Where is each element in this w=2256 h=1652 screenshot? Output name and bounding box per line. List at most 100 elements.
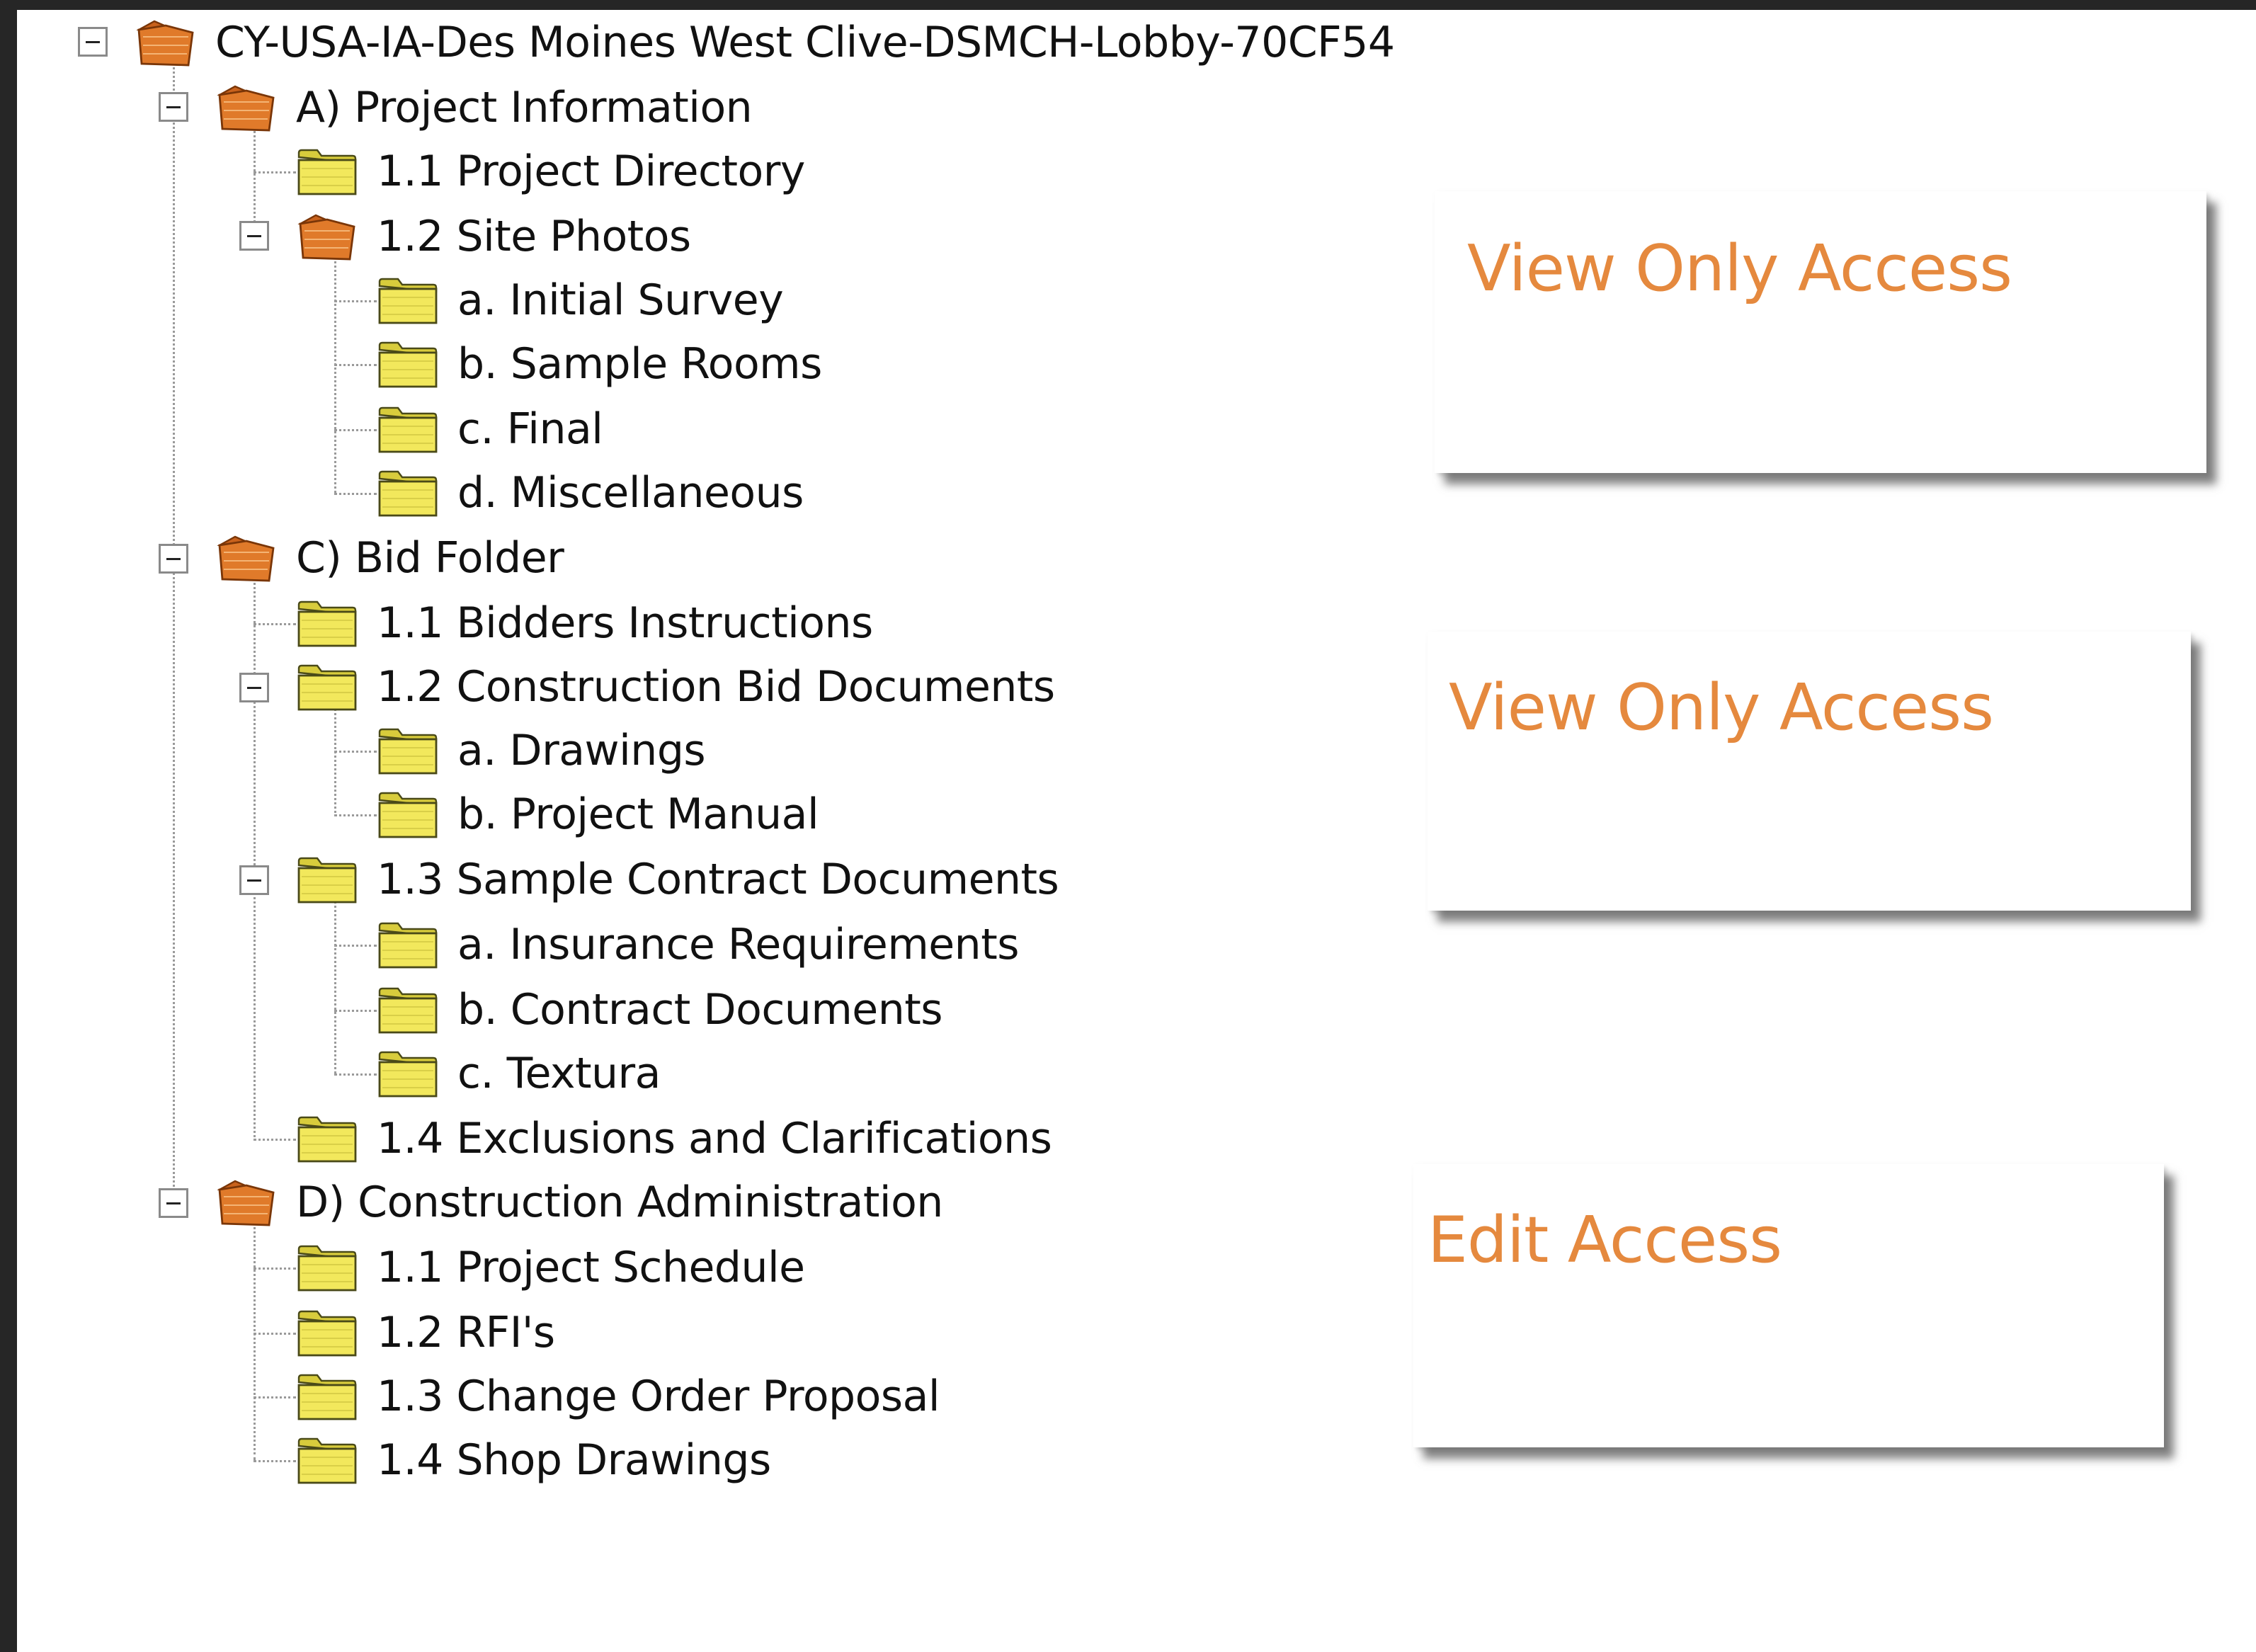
folder-icon [297,1374,357,1420]
open-folder-icon [217,535,275,582]
tree-connector [334,364,377,366]
tree-connector [334,493,377,495]
tree-node-construction-bid-documents[interactable]: 1.2 Construction Bid Documents [296,659,1055,715]
folder-icon [297,1116,357,1163]
folder-icon [297,664,357,711]
folder-icon [297,1245,357,1292]
tree-node-label: 1.2 Site Photos [377,212,691,261]
folder-icon [378,278,438,324]
tree-node-label: c. Textura [457,1049,661,1098]
tree-connector [334,429,377,431]
tree-node-contract-documents[interactable]: b. Contract Documents [377,981,943,1038]
tree-connector [173,58,175,1205]
tree-node-final[interactable]: c. Final [377,401,603,457]
collapse-toggle-site-photos[interactable] [239,221,269,251]
tree-node-project-directory[interactable]: 1.1 Project Directory [296,143,805,200]
tree-node-rfis[interactable]: 1.2 RFI's [296,1304,555,1361]
tree-connector [253,574,256,1137]
folder-icon [378,470,438,517]
tree-node-label: b. Project Manual [457,790,819,839]
tree-node-label: A) Project Information [296,83,753,132]
tree-node-label: b. Contract Documents [457,985,943,1035]
tree-connector [334,1073,377,1076]
folder-icon [378,728,438,775]
tree-node-shop-drawings[interactable]: 1.4 Shop Drawings [296,1432,771,1488]
tree-node-exclusions-and-clarifications[interactable]: 1.4 Exclusions and Clarifications [296,1110,1052,1167]
tree-node-label: 1.1 Project Directory [377,147,805,196]
folder-icon [378,922,438,969]
tree-node-label: 1.3 Change Order Proposal [377,1372,940,1421]
folder-icon [297,1437,357,1484]
tree-node-sample-rooms[interactable]: b. Sample Rooms [377,336,822,392]
tree-connector [334,945,377,947]
tree-connector [334,252,336,493]
tree-node-project-information[interactable]: A) Project Information [215,79,753,136]
tree-node-label: a. Drawings [457,726,706,775]
tree-node-label: b. Sample Rooms [457,339,822,389]
tree-node-label: D) Construction Administration [296,1178,943,1227]
folder-icon [378,792,438,838]
tree-node-label: 1.4 Exclusions and Clarifications [377,1114,1052,1163]
tree-node-label: c. Final [457,404,603,454]
tree-node-bidders-instructions[interactable]: 1.1 Bidders Instructions [296,595,873,651]
tree-node-sample-contract-documents[interactable]: 1.3 Sample Contract Documents [296,851,1059,908]
folder-icon [378,341,438,388]
tree-node-textura[interactable]: c. Textura [377,1045,661,1102]
folder-icon [297,857,357,904]
folder-icon [297,149,357,195]
tree-node-label: C) Bid Folder [296,533,564,583]
tree-node-change-order-proposal[interactable]: 1.3 Change Order Proposal [296,1368,940,1425]
access-callout-text: View Only Access [1467,231,2012,306]
access-callout-construction-administration: Edit Access [1413,1164,2164,1447]
tree-node-project-schedule[interactable]: 1.1 Project Schedule [296,1239,805,1296]
tree-connector [253,1139,296,1141]
tree-connector [334,896,336,1073]
tree-node-construction-administration[interactable]: D) Construction Administration [215,1174,943,1231]
tree-connector [253,171,296,173]
tree-node-drawings[interactable]: a. Drawings [377,722,706,779]
open-folder-icon [136,20,194,67]
folder-icon [378,987,438,1034]
tree-connector [253,1333,296,1335]
tree-node-label: 1.4 Shop Drawings [377,1435,771,1485]
tree-node-root[interactable]: CY-USA-IA-Des Moines West Clive-DSMCH-Lo… [135,14,1395,71]
tree-connector [253,1268,296,1270]
tree-connector [253,1396,296,1398]
collapse-toggle-root[interactable] [78,27,108,57]
tree-node-miscellaneous[interactable]: d. Miscellaneous [377,465,804,521]
tree-node-project-manual[interactable]: b. Project Manual [377,786,819,843]
access-callout-text: Edit Access [1428,1202,1782,1277]
tree-node-label: a. Initial Survey [457,275,784,325]
tree-node-label: 1.1 Bidders Instructions [377,598,873,648]
collapse-toggle-construction-bid-documents[interactable] [239,673,269,702]
folder-icon [297,600,357,647]
access-callout-text: View Only Access [1449,670,1994,745]
tree-connector [253,1218,256,1460]
collapse-toggle-project-information[interactable] [159,92,188,122]
tree-connector [253,1460,296,1462]
collapse-toggle-sample-contract-documents[interactable] [239,865,269,895]
tree-connector [334,1010,377,1012]
collapse-toggle-construction-administration[interactable] [159,1188,188,1218]
tree-connector [253,122,256,235]
open-folder-icon [217,1180,275,1226]
tree-node-label: 1.3 Sample Contract Documents [377,855,1059,904]
tree-connector [253,623,296,625]
tree-node-label: 1.1 Project Schedule [377,1243,805,1292]
folder-icon [378,406,438,453]
tree-node-label: 1.2 RFI's [377,1308,555,1357]
folder-icon [297,1310,357,1357]
tree-node-insurance-requirements[interactable]: a. Insurance Requirements [377,916,1020,973]
tree-node-site-photos[interactable]: 1.2 Site Photos [296,208,691,265]
tree-node-label: CY-USA-IA-Des Moines West Clive-DSMCH-Lo… [215,18,1395,67]
tree-node-label: d. Miscellaneous [457,468,804,518]
open-folder-icon [297,214,355,261]
tree-node-initial-survey[interactable]: a. Initial Survey [377,272,784,329]
tree-node-bid-folder[interactable]: C) Bid Folder [215,530,564,586]
access-callout-project-information: View Only Access [1435,191,2206,473]
collapse-toggle-bid-folder[interactable] [159,544,188,574]
folder-tree: CY-USA-IA-Des Moines West Clive-DSMCH-Lo… [0,0,1416,1652]
tree-connector [334,704,336,813]
tree-connector [334,300,377,302]
folder-icon [378,1051,438,1098]
